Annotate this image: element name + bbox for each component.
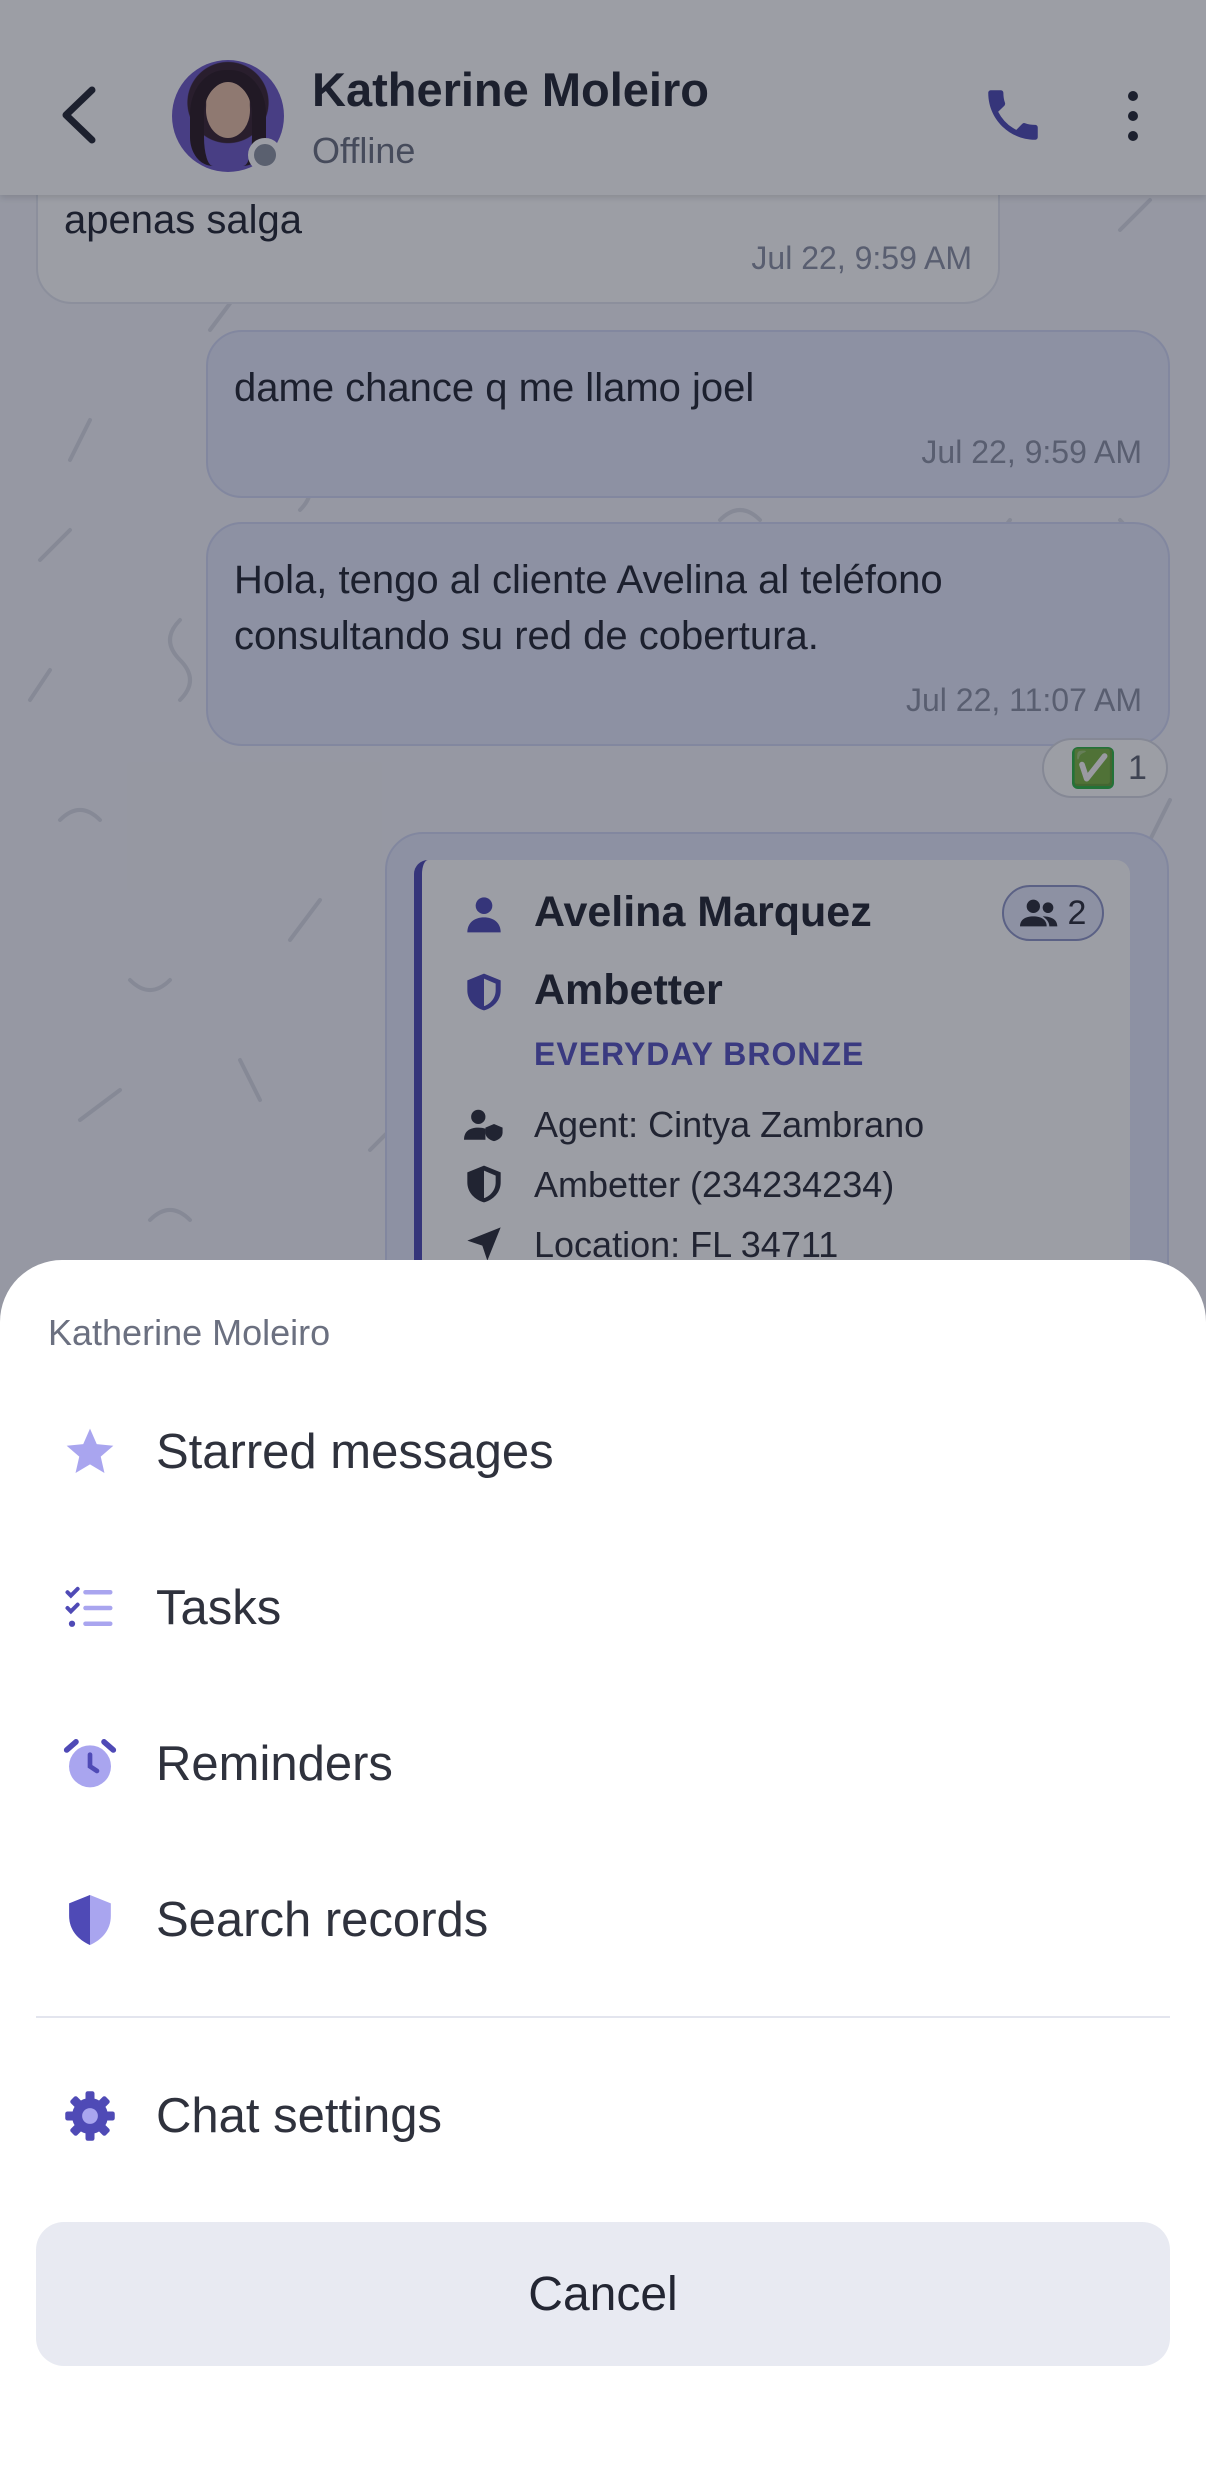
menu-item-starred-messages[interactable]: Starred messages [0, 1382, 1206, 1522]
menu-item-label: Reminders [156, 1737, 393, 1791]
chat-options-sheet: Katherine Moleiro Starred messages Tasks [0, 1260, 1206, 2470]
star-icon [60, 1422, 120, 1482]
menu-item-chat-settings[interactable]: Chat settings [0, 2046, 1206, 2186]
menu-item-label: Starred messages [156, 1425, 554, 1479]
alarm-clock-icon [60, 1734, 120, 1794]
menu-item-label: Chat settings [156, 2089, 442, 2143]
gear-icon [60, 2086, 120, 2146]
shield-icon [60, 1890, 120, 1950]
menu-item-reminders[interactable]: Reminders [0, 1694, 1206, 1834]
sheet-title: Katherine Moleiro [48, 1312, 331, 1353]
sheet-divider [36, 2016, 1170, 2018]
task-list-icon [60, 1578, 120, 1638]
menu-item-label: Tasks [156, 1581, 282, 1635]
menu-item-label: Search records [156, 1893, 489, 1947]
menu-item-tasks[interactable]: Tasks [0, 1538, 1206, 1678]
cancel-button[interactable]: Cancel [36, 2222, 1170, 2366]
menu-item-search-records[interactable]: Search records [0, 1850, 1206, 1990]
